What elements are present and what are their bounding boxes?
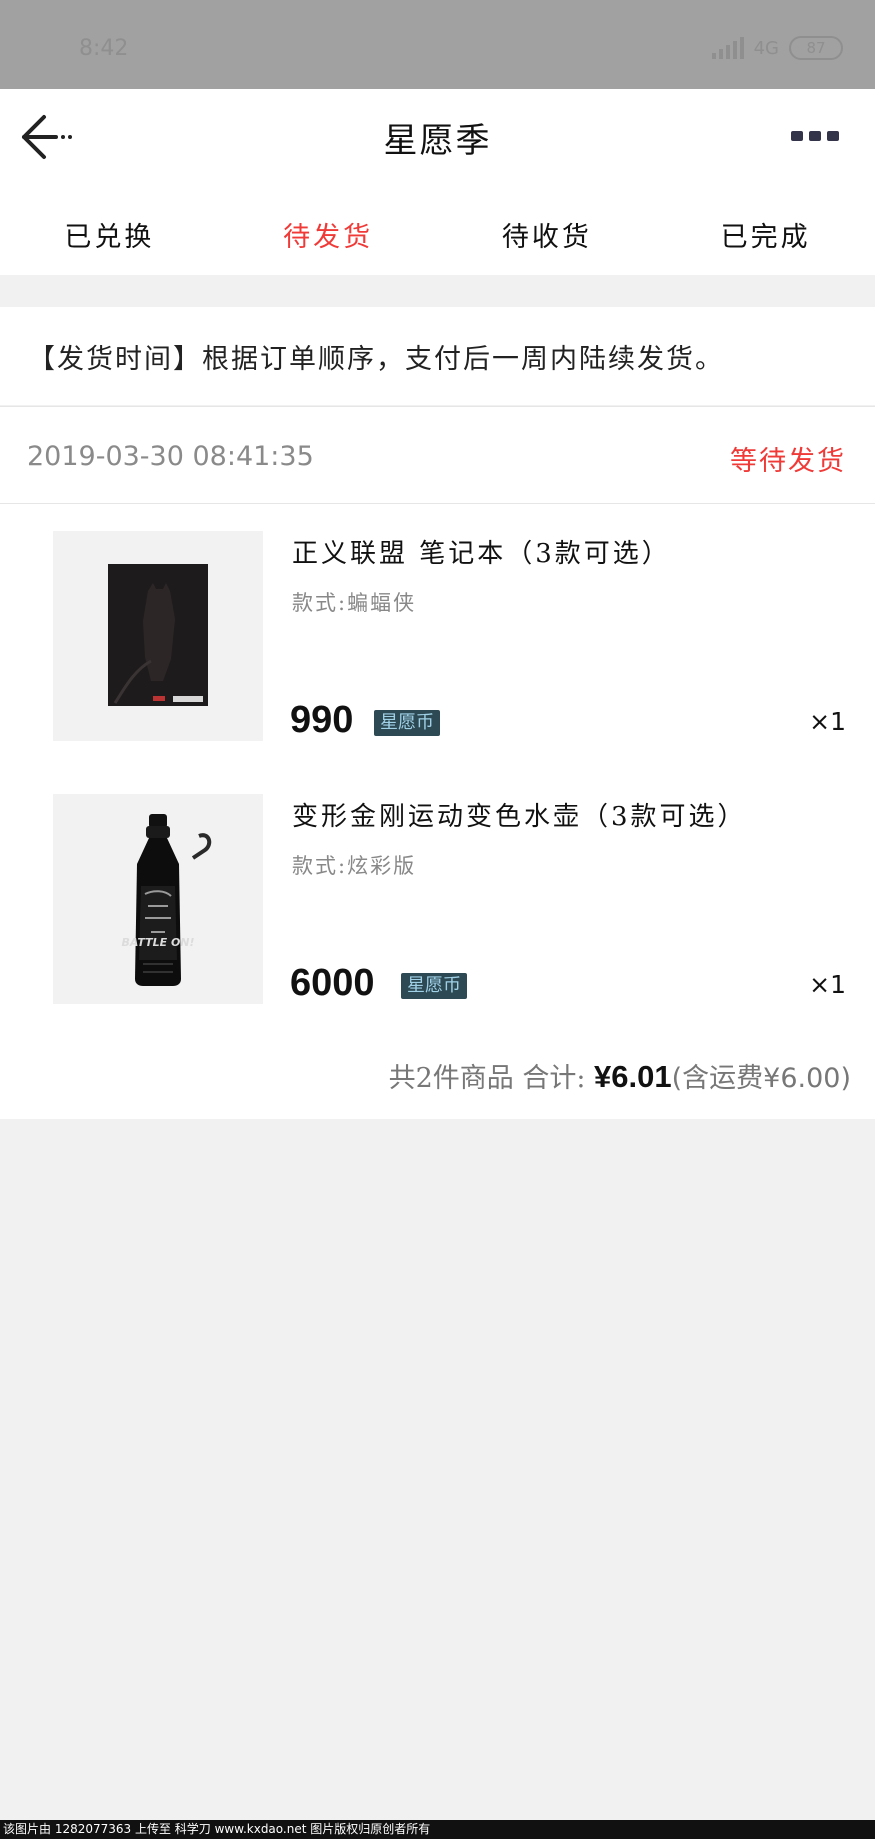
item-style: 款式:炫彩版 [292, 854, 417, 878]
item-name: 正义联盟 笔记本（3款可选） [292, 539, 671, 569]
notice-text: 【发货时间】根据订单顺序，支付后一周内陆续发货。 [28, 344, 724, 375]
bottle-image: BATTLE ON! [53, 794, 263, 1004]
network-type: 4G [753, 37, 779, 59]
tab-redeemed[interactable]: 已兑换 [0, 189, 219, 275]
currency-badge: 星愿币 [374, 710, 440, 736]
order-item[interactable]: 正义联盟 笔记本（3款可选） 款式:蝙蝠侠 990 星愿币 ×1 [0, 531, 875, 741]
order-status: 等待发货 [730, 446, 846, 477]
page-title: 星愿季 [383, 121, 492, 161]
tab-pending-shipment[interactable]: 待发货 [219, 189, 438, 275]
battery-icon: 87 [789, 36, 843, 60]
item-name: 变形金刚运动变色水壶（3款可选） [292, 802, 747, 832]
notebook-image [53, 531, 263, 741]
order-time: 2019-03-30 08:41:35 [27, 441, 314, 472]
more-dots-icon [791, 131, 803, 141]
status-time: 8:42 [79, 36, 129, 61]
item-price: 6000 [290, 962, 375, 1004]
order-total: ¥6.01 [594, 1059, 672, 1094]
order-summary: 共2件商品 合计: ¥6.01(含运费¥6.00) [389, 1056, 851, 1095]
svg-text:BATTLE ON!: BATTLE ON! [121, 936, 194, 949]
item-quantity: ×1 [809, 707, 846, 736]
image-watermark: 该图片由 1282077363 上传至 科学刀 www.kxdao.net 图片… [0, 1820, 875, 1839]
order-header: 2019-03-30 08:41:35 等待发货 [0, 406, 875, 504]
tab-pending-receipt[interactable]: 待收货 [438, 189, 657, 275]
item-style: 款式:蝙蝠侠 [292, 591, 417, 615]
order-tabs: 已兑换 待发货 待收货 已完成 [0, 189, 875, 275]
more-button[interactable] [791, 131, 839, 141]
signal-icon [711, 37, 744, 59]
status-bar: 8:42 4G 87 [0, 0, 875, 89]
product-image-notebook [53, 531, 263, 741]
order-card[interactable]: 2019-03-30 08:41:35 等待发货 正义联盟 笔记本（3款可选） … [0, 406, 875, 1119]
item-quantity: ×1 [809, 970, 846, 999]
status-indicators: 4G 87 [711, 36, 843, 60]
battery-level: 87 [806, 39, 826, 57]
shipping-notice: 【发货时间】根据订单顺序，支付后一周内陆续发货。 [0, 307, 875, 405]
product-image-bottle: BATTLE ON! [53, 794, 263, 1004]
shipping-fee: (含运费¥6.00) [671, 1063, 851, 1094]
nav-bar: 星愿季 [0, 89, 875, 189]
tab-completed[interactable]: 已完成 [656, 189, 875, 275]
item-count-label: 共2件商品 合计: [388, 1063, 586, 1094]
currency-badge: 星愿币 [401, 973, 467, 999]
order-item[interactable]: BATTLE ON! 变形金刚运动变色水壶（3款可选） 款式:炫彩版 6000 … [0, 794, 875, 1004]
item-price: 990 [290, 699, 354, 741]
